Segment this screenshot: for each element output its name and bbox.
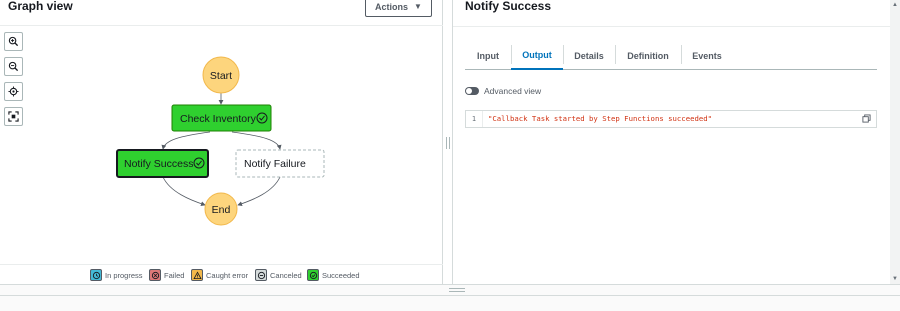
execution-details-view: Graph view Actions ▼ Start Check Invento… bbox=[0, 0, 900, 311]
canceled-icon bbox=[255, 269, 267, 281]
node-notify-failure-label: Notify Failure bbox=[244, 158, 306, 170]
output-code-viewer[interactable]: 1 "Callback Task started by Step Functio… bbox=[465, 110, 877, 128]
header-divider bbox=[453, 26, 890, 27]
node-check-inventory-label: Check Inventory bbox=[180, 113, 257, 125]
legend-in-progress-label: In progress bbox=[105, 270, 143, 280]
legend-in-progress: In progress bbox=[90, 269, 143, 281]
node-notify-failure[interactable]: Notify Failure bbox=[235, 149, 325, 178]
horizontal-drag-grip-icon[interactable] bbox=[449, 288, 465, 292]
tab-events[interactable]: Events bbox=[681, 42, 733, 69]
node-end-label: End bbox=[212, 204, 231, 216]
edge-check-failure bbox=[231, 131, 282, 150]
node-start[interactable]: Start bbox=[202, 56, 240, 94]
step-details-title: Notify Success bbox=[465, 0, 552, 13]
graph-view-panel: Graph view Actions ▼ Start Check Invento… bbox=[0, 0, 443, 284]
node-notify-success-label: Notify Success bbox=[124, 158, 193, 170]
state-machine-graph: Start Check Inventory Notify Success Not… bbox=[116, 56, 325, 226]
legend-caught-error: Caught error bbox=[191, 269, 248, 281]
node-notify-success[interactable]: Notify Success bbox=[116, 149, 209, 178]
scroll-down-icon[interactable]: ▼ bbox=[892, 276, 898, 282]
bottom-divider bbox=[0, 295, 900, 296]
step-details-tabs: Input Output Details Definition Events bbox=[465, 42, 877, 70]
edge-check-success bbox=[161, 131, 211, 150]
node-start-label: Start bbox=[210, 70, 232, 82]
advanced-view-toggle-row: Advanced view bbox=[465, 86, 541, 96]
drag-grip-icon bbox=[446, 137, 450, 149]
graph-legend: In progress Failed Caught error Canceled bbox=[0, 264, 443, 284]
succeeded-icon bbox=[307, 269, 319, 281]
tab-output[interactable]: Output bbox=[511, 42, 563, 70]
legend-caught-error-label: Caught error bbox=[206, 270, 249, 280]
edge-failure-end bbox=[237, 176, 281, 207]
tab-input[interactable]: Input bbox=[465, 42, 511, 69]
in-progress-icon bbox=[90, 269, 102, 281]
advanced-view-toggle[interactable] bbox=[465, 87, 479, 95]
caught-error-icon bbox=[191, 269, 203, 281]
edge-success-end bbox=[162, 176, 206, 207]
legend-canceled: Canceled bbox=[255, 269, 302, 281]
line-number: 1 bbox=[466, 111, 483, 127]
panel-resize-handle[interactable] bbox=[443, 0, 453, 284]
legend-canceled-label: Canceled bbox=[270, 270, 302, 280]
tab-details[interactable]: Details bbox=[563, 42, 615, 69]
node-check-inventory[interactable]: Check Inventory bbox=[171, 104, 272, 132]
legend-failed: Failed bbox=[149, 269, 184, 281]
copy-icon[interactable] bbox=[862, 114, 871, 123]
failed-icon bbox=[149, 269, 161, 281]
tab-definition[interactable]: Definition bbox=[615, 42, 681, 69]
vertical-scrollbar[interactable]: ▲ ▼ bbox=[890, 0, 900, 284]
legend-failed-label: Failed bbox=[164, 270, 185, 280]
legend-succeeded: Succeeded bbox=[307, 269, 360, 281]
node-end[interactable]: End bbox=[204, 192, 238, 226]
advanced-view-label: Advanced view bbox=[484, 86, 542, 96]
bottom-panel-area bbox=[0, 284, 900, 311]
output-json-text: "Callback Task started by Step Functions… bbox=[488, 114, 713, 123]
step-details-panel: Notify Success Input Output Details Defi… bbox=[453, 0, 900, 284]
legend-succeeded-label: Succeeded bbox=[322, 270, 360, 280]
scroll-up-icon[interactable]: ▲ bbox=[892, 2, 898, 8]
